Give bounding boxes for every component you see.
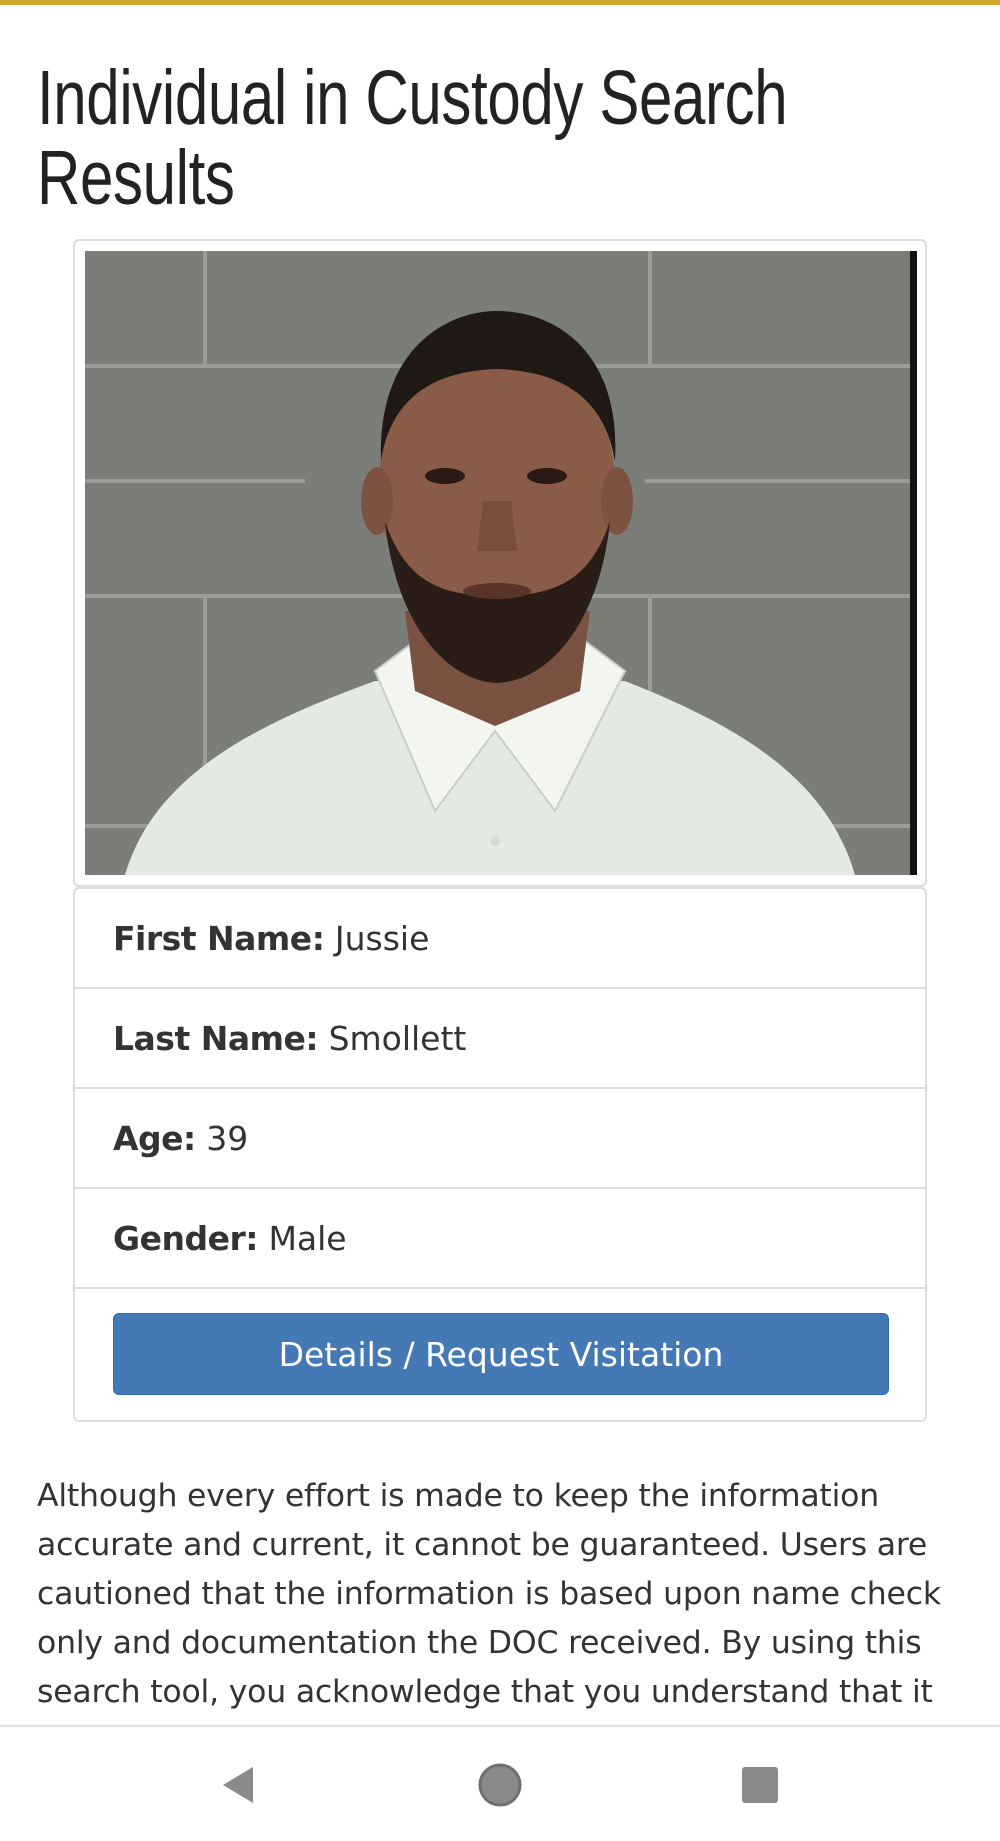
back-triangle-icon[interactable] <box>207 1755 267 1815</box>
gender-label: Gender: <box>113 1219 258 1258</box>
gender-value: Male <box>268 1219 347 1258</box>
gender-row: Gender: Male <box>75 1189 925 1289</box>
age-label: Age: <box>113 1119 196 1158</box>
page-title: Individual in Custody Search Results <box>37 55 788 221</box>
home-circle-icon[interactable] <box>470 1755 530 1815</box>
age-row: Age: 39 <box>75 1089 925 1189</box>
last-name-label: Last Name: <box>113 1019 319 1058</box>
first-name-row: First Name: Jussie <box>75 889 925 989</box>
inmate-info-card: First Name: Jussie Last Name: Smollett A… <box>73 887 927 1422</box>
photo-card <box>73 239 927 887</box>
first-name-label: First Name: <box>113 919 325 958</box>
disclaimer-text: Although every effort is made to keep th… <box>37 1478 941 1710</box>
recents-square-icon[interactable] <box>730 1755 790 1815</box>
details-request-visitation-button[interactable]: Details / Request Visitation <box>113 1313 889 1395</box>
first-name-value: Jussie <box>334 919 430 958</box>
top-accent-bar <box>0 0 1000 5</box>
last-name-value: Smollett <box>328 1019 467 1058</box>
last-name-row: Last Name: Smollett <box>75 989 925 1089</box>
android-nav-bar <box>0 1725 1000 1841</box>
age-value: 39 <box>206 1119 249 1158</box>
mugshot-photo <box>85 251 917 875</box>
